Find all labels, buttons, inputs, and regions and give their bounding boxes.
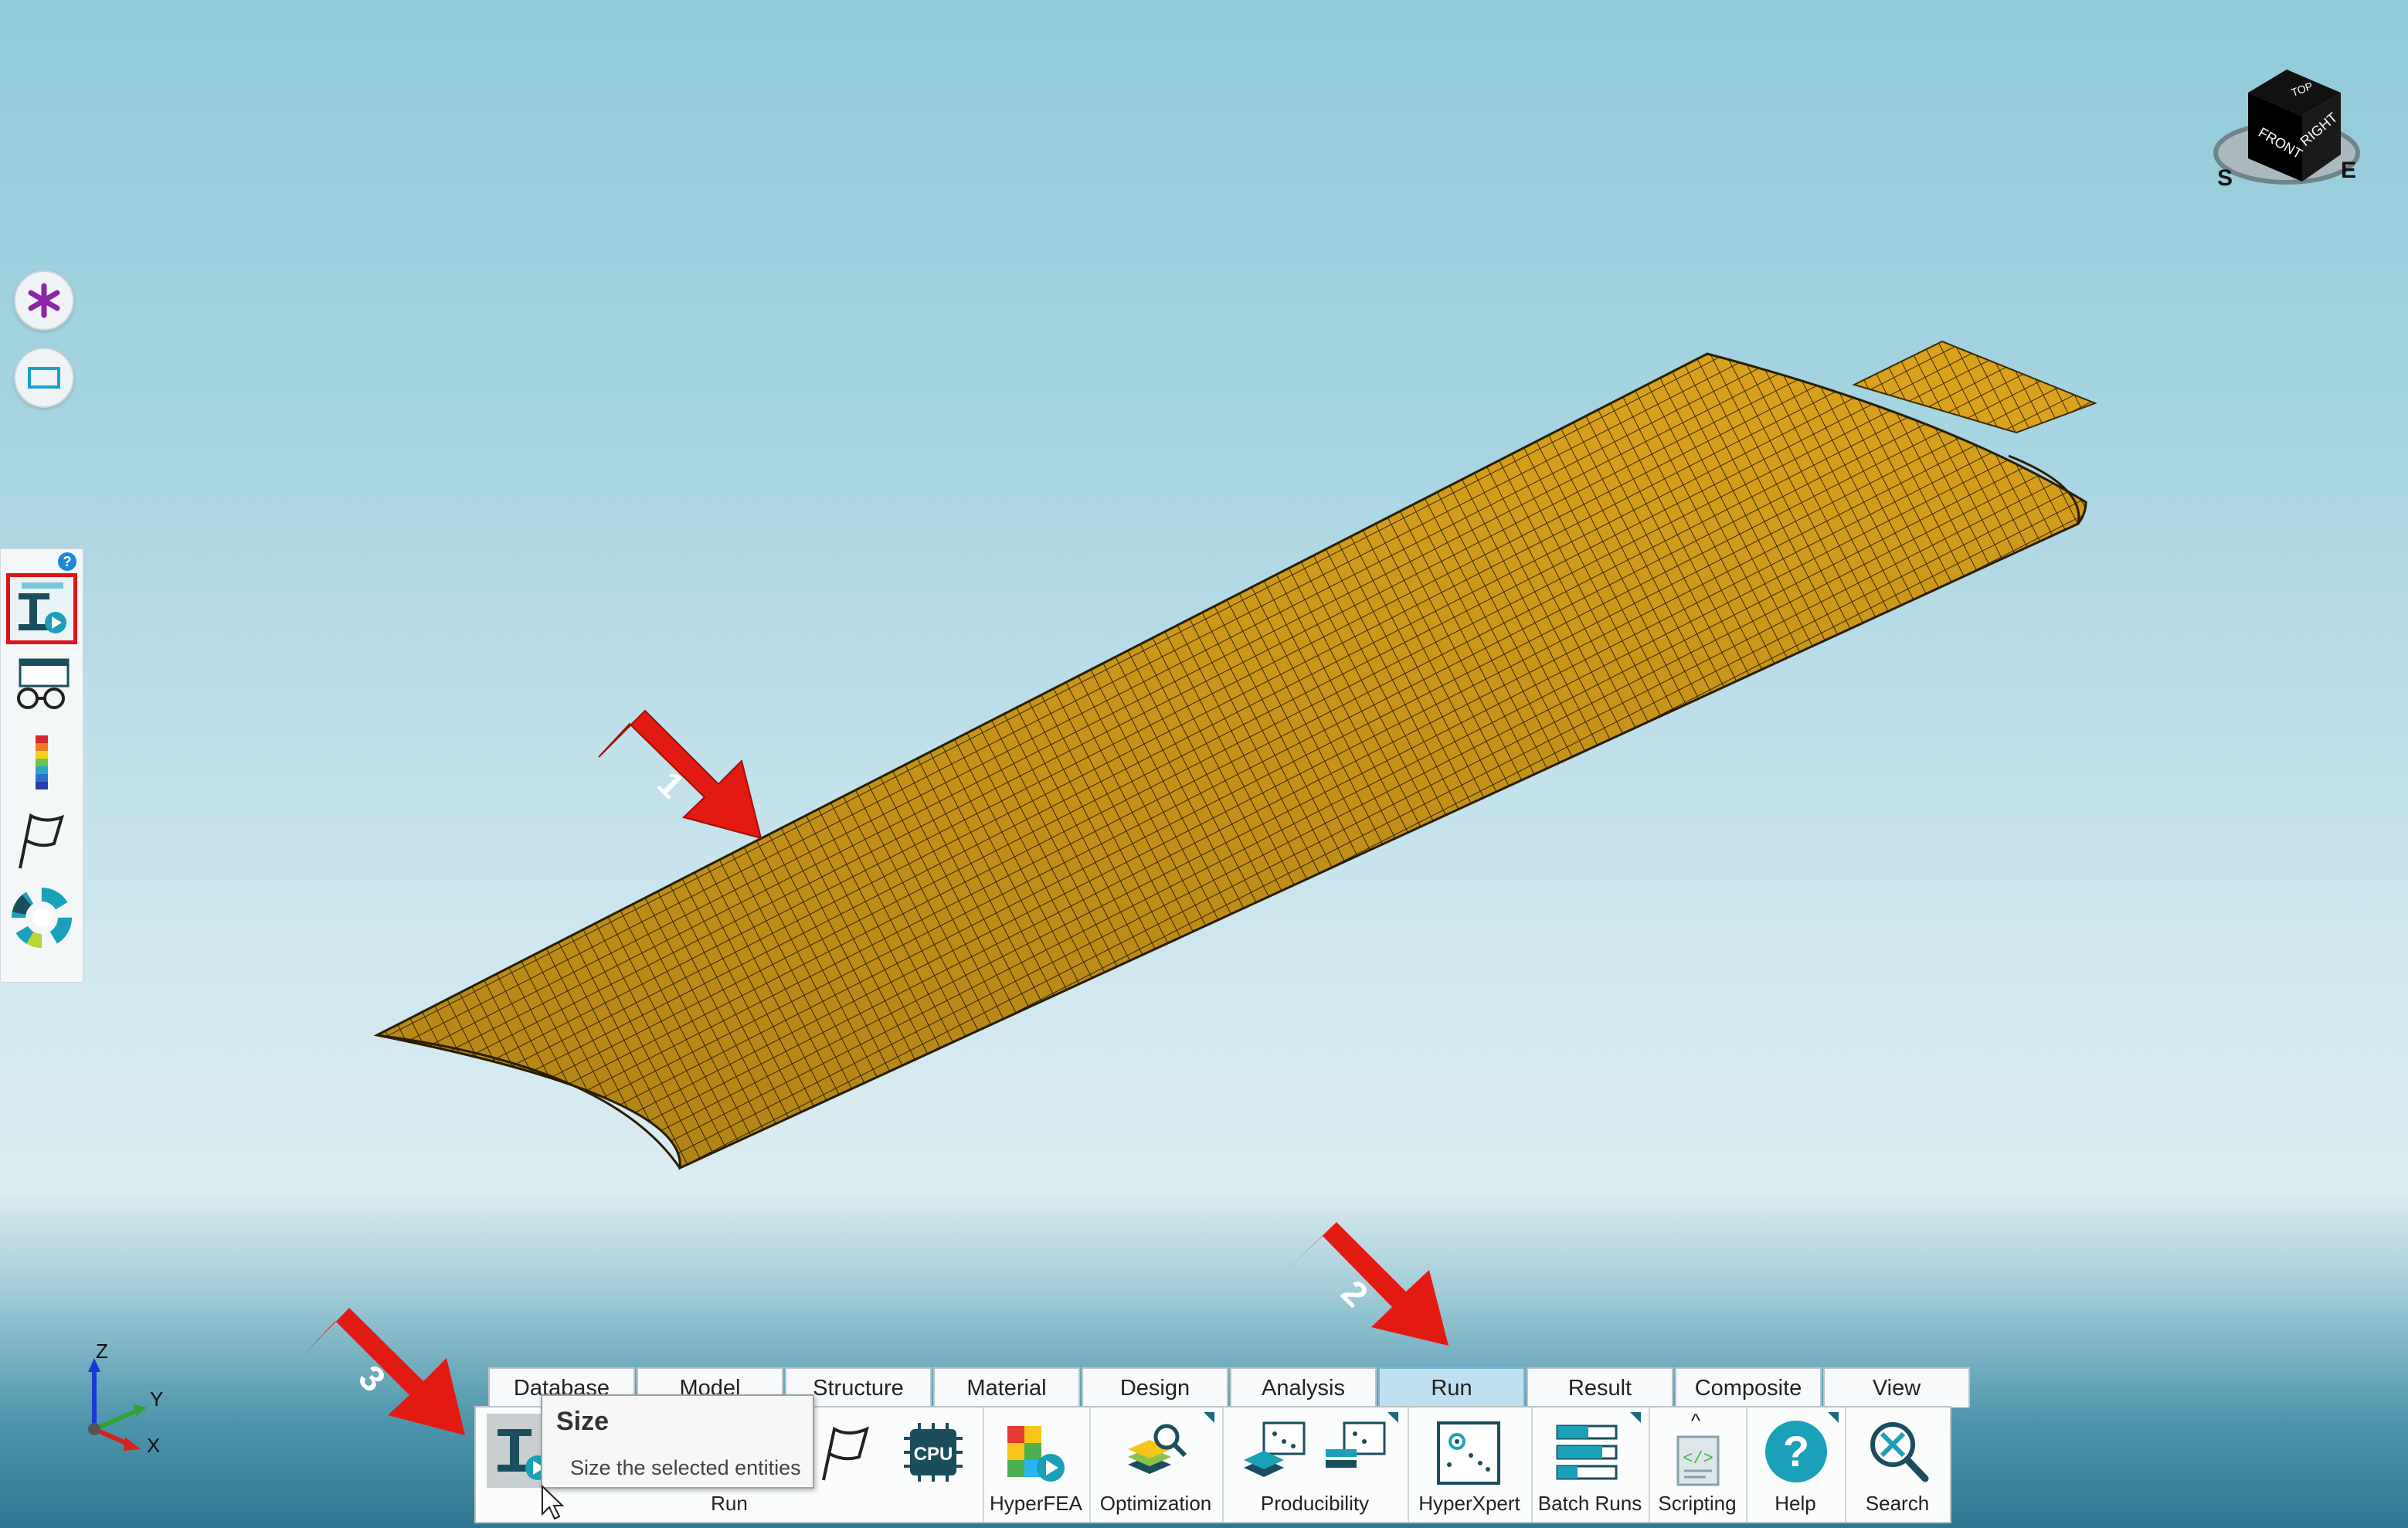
search-group: Search xyxy=(1845,1407,1950,1522)
hyperxpert-label: HyperXpert xyxy=(1418,1492,1520,1515)
tooltip-description: Size the selected entities xyxy=(570,1456,801,1479)
axis-triad: Z Y X xyxy=(70,1336,185,1460)
scripting-group: ^ </> Scripting xyxy=(1649,1407,1747,1522)
batch-runs-button[interactable] xyxy=(1553,1420,1622,1489)
batch-runs-label: Batch Runs xyxy=(1537,1492,1642,1515)
viewer-glasses-icon xyxy=(17,658,70,709)
tooltip-title: Size xyxy=(556,1407,610,1436)
batch-runs-group: Batch Runs xyxy=(1531,1407,1650,1522)
scripting-label: Scripting xyxy=(1658,1492,1737,1515)
window-select-button[interactable] xyxy=(14,348,74,408)
cpu-button[interactable]: CPU xyxy=(901,1420,966,1485)
viewer-tool[interactable] xyxy=(7,651,76,721)
svg-text:?: ? xyxy=(1783,1427,1809,1475)
hyperfea-group: HyperFEA xyxy=(983,1407,1091,1522)
hyperxpert-button[interactable] xyxy=(1434,1418,1503,1488)
flag-tool[interactable] xyxy=(7,806,76,875)
size-tooltip: Size Size the selected entities xyxy=(541,1394,814,1489)
compass-s: S xyxy=(2217,165,2233,191)
search-icon xyxy=(1870,1422,1929,1482)
batch-runs-icon xyxy=(1556,1424,1618,1480)
scripting-icon: </> xyxy=(1676,1435,1720,1486)
color-wheel-icon xyxy=(12,888,72,948)
scripting-button[interactable]: </> xyxy=(1667,1429,1729,1491)
axis-x-label: X xyxy=(147,1434,160,1457)
tab-result[interactable]: Result xyxy=(1527,1367,1673,1407)
producibility-button-2[interactable] xyxy=(1321,1418,1391,1488)
producibility-group: Producibility xyxy=(1222,1407,1409,1522)
optimization-icon xyxy=(1128,1424,1187,1474)
hyperxpert-group: HyperXpert xyxy=(1408,1407,1533,1522)
flag-icon xyxy=(822,1426,870,1481)
cpu-icon: CPU xyxy=(904,1423,963,1482)
search-button[interactable] xyxy=(1865,1418,1931,1485)
help-label: Help xyxy=(1775,1492,1816,1515)
hyperfea-label: HyperFEA xyxy=(990,1492,1082,1515)
tab-view[interactable]: View xyxy=(1823,1367,1970,1407)
svg-text:CPU: CPU xyxy=(914,1444,953,1465)
compass-e: E xyxy=(2341,158,2356,183)
legend-color-icon xyxy=(36,735,48,789)
tab-run[interactable]: Run xyxy=(1378,1367,1525,1407)
tab-design[interactable]: Design xyxy=(1082,1367,1228,1407)
optimization-button[interactable] xyxy=(1120,1418,1190,1488)
size-run-tool[interactable] xyxy=(6,573,77,644)
optimization-label: Optimization xyxy=(1099,1492,1212,1515)
size-run-icon xyxy=(19,582,66,633)
snap-button[interactable] xyxy=(14,270,74,331)
color-wheel-tool[interactable] xyxy=(7,883,76,952)
flag-button[interactable] xyxy=(816,1421,878,1483)
scripting-collapse-icon[interactable]: ^ xyxy=(1684,1409,1707,1432)
svg-text:</>: </> xyxy=(1683,1449,1713,1469)
view-cube[interactable]: TOP FRONT RIGHT S E xyxy=(2209,62,2364,201)
tab-composite[interactable]: Composite xyxy=(1675,1367,1822,1407)
producibility-button-1[interactable] xyxy=(1241,1418,1310,1488)
hyperfea-button[interactable] xyxy=(1001,1418,1071,1488)
axis-y-label: Y xyxy=(150,1387,163,1411)
flag-icon xyxy=(19,813,65,869)
help-button[interactable]: ? xyxy=(1763,1418,1829,1485)
axis-z-label: Z xyxy=(96,1340,108,1363)
help-icon: ? xyxy=(1765,1421,1827,1482)
help-icon[interactable]: ? xyxy=(58,552,76,571)
left-toolbar: ? xyxy=(0,548,83,983)
snap-icon xyxy=(28,283,60,318)
legend-tool[interactable] xyxy=(7,728,76,798)
hyperxpert-icon xyxy=(1437,1421,1500,1485)
rectangle-icon xyxy=(28,367,60,389)
hyperfea-icon xyxy=(1007,1426,1065,1482)
producibility-chart-icon xyxy=(1326,1421,1386,1468)
tab-material[interactable]: Material xyxy=(933,1367,1080,1407)
producibility-layers-icon xyxy=(1244,1421,1306,1477)
producibility-label: Producibility xyxy=(1260,1492,1370,1515)
help-group: ? Help xyxy=(1746,1407,1846,1522)
mouse-cursor-icon xyxy=(542,1485,564,1520)
search-label: Search xyxy=(1865,1492,1930,1515)
tab-analysis[interactable]: Analysis xyxy=(1230,1367,1377,1407)
optimization-group: Optimization xyxy=(1089,1407,1224,1522)
mesh-viewport[interactable] xyxy=(0,0,2408,1528)
